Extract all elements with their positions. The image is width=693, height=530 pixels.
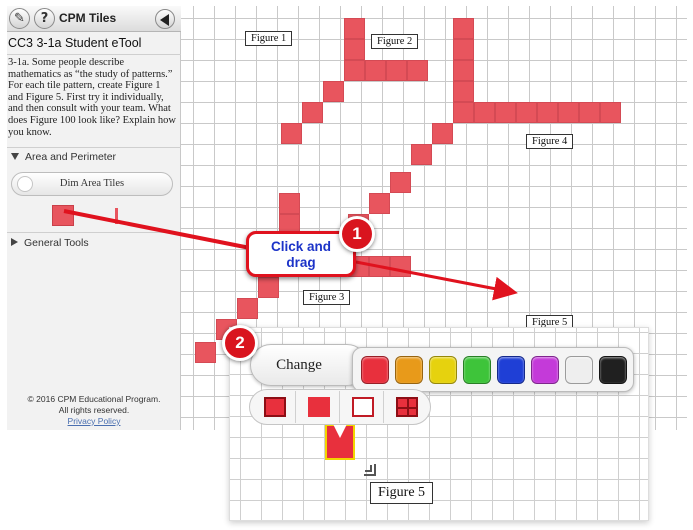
callout-line-2: drag [286, 255, 316, 270]
callout-line-1: Click and [270, 239, 332, 254]
drag-arrow [355, 260, 518, 301]
screenshot-stage: ✎ ? CPM Tiles CC3 3-1a Student eTool 3-1… [0, 0, 693, 530]
step-1-badge: 1 [339, 216, 375, 252]
arrow-line-to-callout [63, 209, 251, 250]
step-2-badge: 2 [222, 325, 258, 361]
